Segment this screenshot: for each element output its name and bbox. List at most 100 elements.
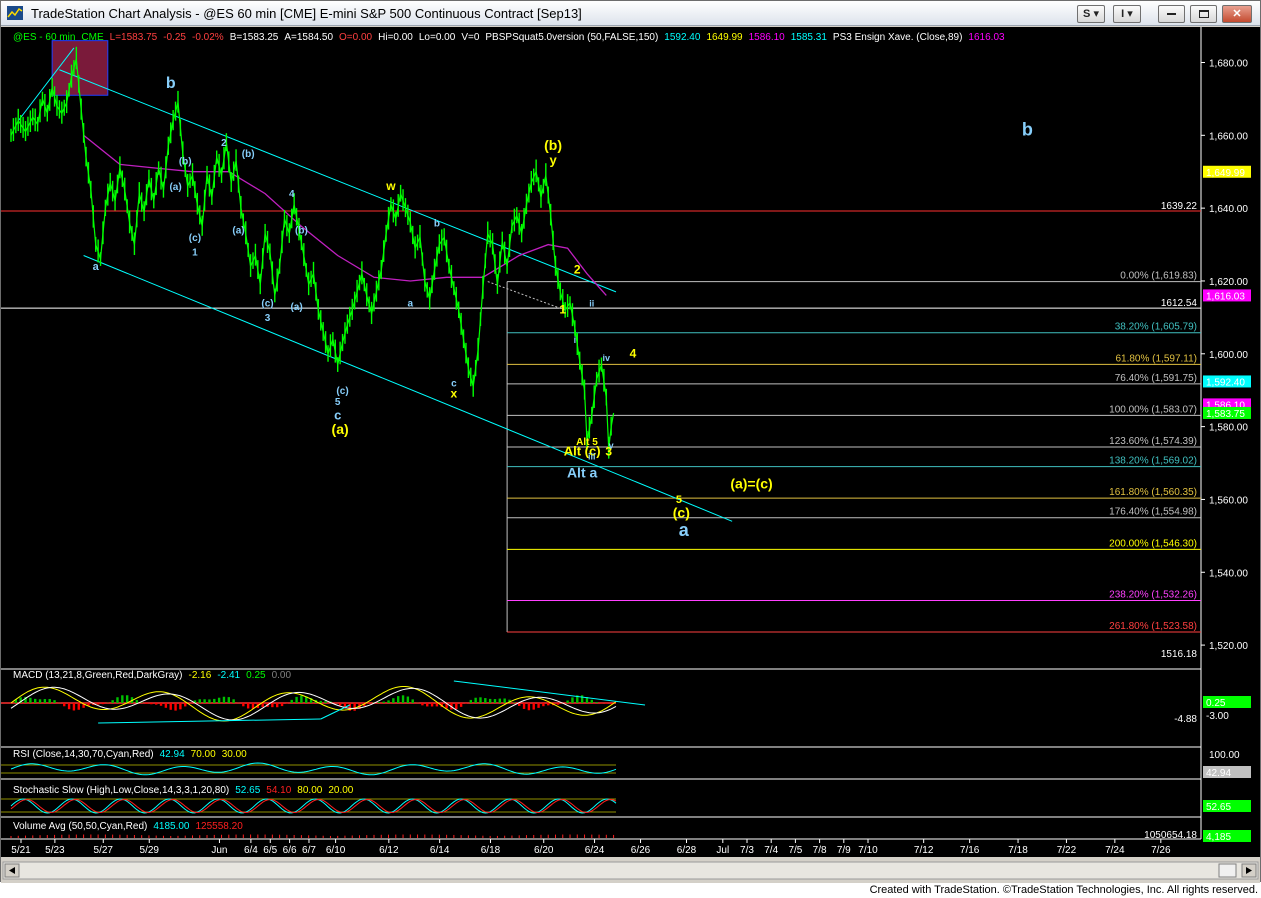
date-axis-label: 5/23 — [45, 845, 65, 856]
fib-label-7: 161.80% (1,560.35) — [1109, 487, 1197, 498]
wave-label: y — [549, 152, 557, 167]
price-tag: 1,616.03 — [1206, 291, 1245, 302]
macd-tag-top: 0.25 — [1206, 698, 1226, 709]
wave-label: 5 — [335, 397, 341, 408]
chart-window: TradeStation Chart Analysis - @ES 60 min… — [0, 0, 1261, 883]
wave-label: (a) — [169, 182, 181, 193]
minimize-icon — [1167, 13, 1176, 16]
indicator-link-label: I — [1121, 8, 1125, 20]
macd-value-2: -2.41 — [217, 670, 240, 681]
header-pct: -0.02% — [192, 32, 224, 43]
header-ask: A=1584.50 — [284, 32, 333, 43]
fib-label-4: 100.00% (1,583.07) — [1109, 404, 1197, 415]
fib-anchor-line — [487, 281, 566, 311]
header-study2-v: 1616.03 — [968, 32, 1005, 43]
tradestation-app-icon — [7, 6, 23, 20]
symbol-link-label: S — [1083, 8, 1091, 20]
price-tag: 1,649.99 — [1206, 168, 1245, 179]
chart-area[interactable]: @ES - 60 min CME L=1583.75 -0.25 -0.02% B=158… — [1, 27, 1260, 857]
macd-tag-bottom: -3.00 — [1206, 711, 1229, 722]
date-axis-label: 7/3 — [740, 845, 754, 856]
wave-label: (c) — [189, 233, 201, 244]
volume-axis-label: 1050654.18 — [1144, 830, 1197, 841]
stoch-label: Stochastic Slow (High,Low,Close,14,3,3,1… — [13, 785, 229, 796]
date-axis-label: 6/24 — [585, 845, 605, 856]
fib-label-6: 138.20% (1,569.02) — [1109, 456, 1197, 467]
horizontal-scrollbar[interactable] — [1, 857, 1260, 883]
date-axis-label: 6/28 — [677, 845, 697, 856]
scroll-thumb[interactable] — [1218, 863, 1237, 878]
stoch-value-2: 54.10 — [266, 785, 291, 796]
date-axis-label: 7/18 — [1008, 845, 1028, 856]
macd-label: MACD (13,21,8,Green,Red,DarkGray) — [13, 670, 183, 681]
stoch-tag: 52.65 — [1206, 802, 1231, 813]
fib-label-1: 38.20% (1,605.79) — [1115, 322, 1197, 333]
wave-label: iv — [603, 353, 611, 363]
macd-trendline-high — [453, 680, 646, 706]
rsi-upper: 70.00 — [191, 749, 216, 760]
price-axis-label: 1,580.00 — [1209, 423, 1248, 434]
volume-value-1: 4185.00 — [153, 821, 190, 832]
date-axis-label: 7/10 — [858, 845, 878, 856]
date-axis-label: 6/14 — [430, 845, 450, 856]
wave-label: a — [408, 298, 414, 309]
maximize-icon — [1198, 10, 1209, 19]
header-study: PBSPSquat5.0version (50,FALSE,150) — [485, 32, 658, 43]
macd-value-4: 0.00 — [272, 670, 292, 681]
date-axis-label: 7/5 — [788, 845, 802, 856]
wave-label: 4 — [630, 346, 637, 360]
header-study-v4: 1585.31 — [791, 32, 828, 43]
channel-lower-line — [83, 255, 733, 522]
wave-label: 2 — [574, 263, 581, 277]
macd-value-3: 0.25 — [246, 670, 266, 681]
price-axis-label: 1,540.00 — [1209, 568, 1248, 579]
stoch-upper: 80.00 — [297, 785, 322, 796]
date-axis-label: 6/26 — [631, 845, 651, 856]
header-last: L=1583.75 — [110, 32, 158, 43]
date-axis-label: 6/5 — [263, 845, 277, 856]
chevron-down-icon: ▾ — [1127, 8, 1133, 20]
price-axis-label: 1,600.00 — [1209, 350, 1248, 361]
wave-label: a — [679, 520, 690, 540]
level-value-label: 1639.22 — [1161, 201, 1198, 212]
macd-trendline-up — [320, 704, 351, 720]
date-axis-label: 5/29 — [140, 845, 160, 856]
chevron-down-icon: ▾ — [1093, 8, 1099, 20]
header-study-v1: 1592.40 — [664, 32, 701, 43]
price-axis-label: 1,560.00 — [1209, 495, 1248, 506]
wave-label: (b) — [179, 156, 192, 167]
wave-label: (b) — [242, 149, 255, 160]
minimize-button[interactable] — [1158, 5, 1185, 23]
macd-trendline-low — [98, 718, 321, 724]
wave-label: b — [166, 75, 176, 92]
wave-label: (b) — [295, 226, 308, 237]
date-axis-label: Jul — [716, 845, 729, 856]
rsi-value: 42.94 — [160, 749, 185, 760]
scrollbar-graphic — [2, 861, 1259, 880]
wave-label: Alt 5 — [576, 437, 598, 448]
fib-label-9: 200.00% (1,546.30) — [1109, 538, 1197, 549]
wave-label: b — [434, 218, 440, 229]
date-axis-label: 6/20 — [534, 845, 554, 856]
date-axis-label: 6/10 — [326, 845, 346, 856]
price-axis-label: 1,680.00 — [1209, 58, 1248, 69]
maximize-button[interactable] — [1190, 5, 1217, 23]
fib-label-0: 0.00% (1,619.83) — [1120, 271, 1197, 282]
copyright-footer: Created with TradeStation. ©TradeStation… — [0, 883, 1261, 898]
wave-label: 1 — [559, 303, 566, 317]
close-button[interactable]: ✕ — [1222, 5, 1252, 23]
stoch-d-line — [10, 798, 617, 814]
date-axis-label: 7/12 — [914, 845, 934, 856]
date-axis-label: 6/4 — [244, 845, 258, 856]
title-bar[interactable]: TradeStation Chart Analysis - @ES 60 min… — [1, 1, 1260, 26]
price-axis-label: 1,660.00 — [1209, 131, 1248, 142]
symbol-link-button[interactable]: S ▾ — [1077, 5, 1105, 23]
indicator-link-button[interactable]: I ▾ — [1113, 5, 1141, 23]
fib-label-8: 176.40% (1,554.98) — [1109, 507, 1197, 518]
chart-canvas[interactable]: @ES - 60 min CME L=1583.75 -0.25 -0.02% B=158… — [1, 27, 1260, 857]
level-value-label: 1516.18 — [1161, 649, 1198, 660]
wave-label: ii — [589, 298, 594, 308]
wave-label: (b) — [544, 137, 562, 153]
rsi-lower: 30.00 — [222, 749, 247, 760]
macd-axis-label: -4.88 — [1174, 714, 1197, 725]
